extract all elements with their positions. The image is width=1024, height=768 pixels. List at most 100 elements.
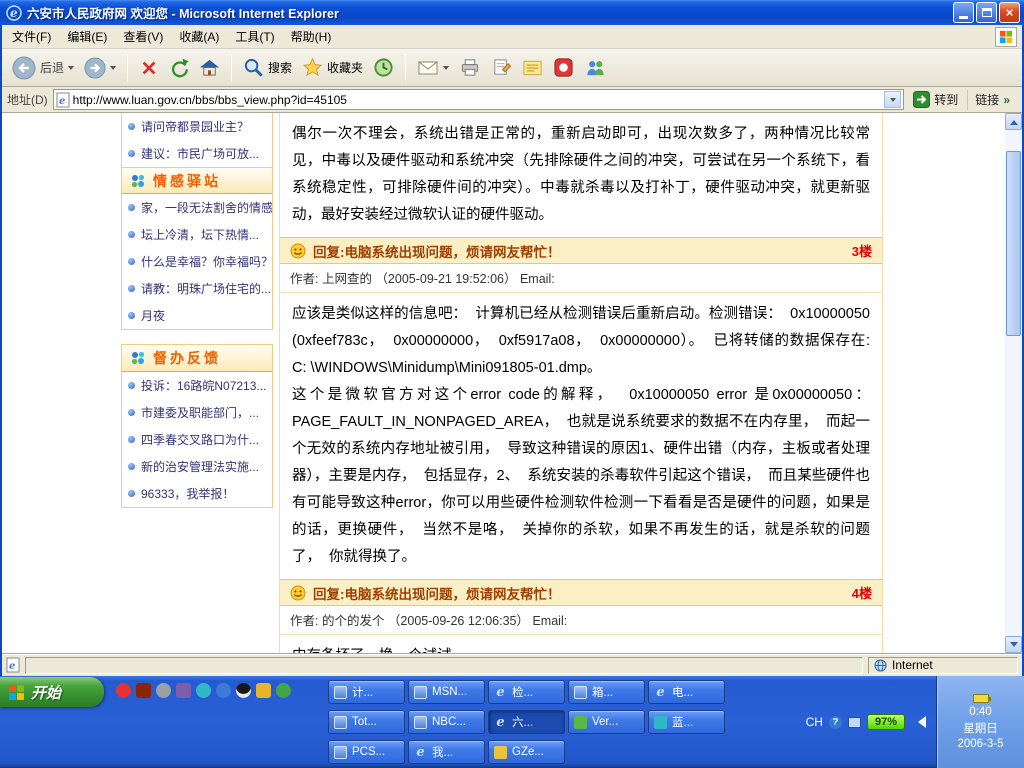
post-body: 应该是类似这样的信息吧： 计算机已经从检测错误后重新启动。检测错误： 0x100… — [280, 293, 882, 579]
search-button[interactable]: 搜索 — [239, 54, 296, 81]
browser-viewport: 请问帝都景园业主？ 建议：市民广场可放... 情感驿站 家，一段无法割舍的情感 — [2, 113, 1022, 653]
quicklaunch-app-icon[interactable] — [136, 683, 151, 698]
battery-percentage-badge[interactable]: 97% — [867, 714, 905, 730]
ie-app-icon: e — [654, 686, 667, 699]
taskbar-button-active[interactable]: e六... — [488, 710, 565, 734]
quicklaunch-app-icon[interactable] — [196, 683, 211, 698]
sidebar-topic-link[interactable]: 家，一段无法割舍的情感 — [122, 194, 272, 221]
battery-icon — [973, 694, 989, 703]
bullet-icon — [128, 150, 135, 157]
globe-icon — [874, 659, 887, 672]
maximize-button[interactable] — [976, 2, 997, 23]
links-label: 链接 — [975, 91, 999, 108]
taskbar-button[interactable]: Tot... — [328, 710, 405, 734]
messenger-button[interactable] — [580, 54, 610, 81]
start-label: 开始 — [31, 682, 61, 703]
close-button[interactable]: × — [999, 2, 1020, 23]
sidebar-topic-link[interactable]: 新的治安管理法实施... — [122, 453, 272, 480]
toolbar-separator — [127, 54, 128, 82]
quicklaunch-ie-icon[interactable] — [216, 683, 231, 698]
task-label: Tot... — [352, 716, 377, 728]
history-button[interactable] — [369, 54, 398, 81]
favorites-label: 收藏夹 — [327, 59, 363, 76]
taskbar-button[interactable]: e电... — [648, 680, 725, 704]
taskbar-button[interactable]: 箱... — [568, 680, 645, 704]
taskbar-button[interactable]: MSN... — [408, 680, 485, 704]
taskbar-button[interactable]: 蓝... — [648, 710, 725, 734]
menu-tools[interactable]: 工具(T) — [227, 25, 282, 48]
links-button[interactable]: 链接 » — [967, 90, 1017, 110]
favorites-button[interactable]: 收藏夹 — [298, 54, 367, 81]
ie-app-icon: e — [494, 686, 507, 699]
scrollbar-thumb[interactable] — [1006, 151, 1021, 336]
task-label: Ver... — [592, 716, 618, 728]
taskbar-button[interactable]: PCS... — [328, 740, 405, 764]
printer-icon — [459, 57, 481, 78]
refresh-button[interactable] — [165, 55, 193, 81]
task-row: Tot... NBC... e六... Ver... 蓝... — [328, 707, 728, 737]
quicklaunch-app-icon[interactable] — [116, 683, 131, 698]
menu-edit[interactable]: 编辑(E) — [59, 25, 115, 48]
help-tray-icon[interactable]: ? — [829, 716, 842, 729]
zone-label: Internet — [892, 658, 933, 672]
sidebar-topic-link[interactable]: 市建委及职能部门，... — [122, 399, 272, 426]
home-button[interactable] — [195, 54, 224, 81]
go-button[interactable]: 转到 — [909, 91, 962, 108]
minimize-button[interactable] — [953, 2, 974, 23]
smiley-icon — [290, 585, 306, 601]
task-label: 检... — [512, 684, 533, 700]
svg-text:e: e — [9, 661, 15, 672]
sidebar-topic-link[interactable]: 什么是幸福？你幸福吗？ — [122, 248, 272, 275]
taskbar-button[interactable]: GZe... — [488, 740, 565, 764]
menu-help[interactable]: 帮助(H) — [283, 25, 340, 48]
start-button[interactable]: 开始 — [0, 677, 104, 707]
menu-view[interactable]: 查看(V) — [115, 25, 171, 48]
taskbar-button[interactable]: NBC... — [408, 710, 485, 734]
back-button[interactable]: 后退 — [8, 53, 78, 83]
topic-title: 家，一段无法割舍的情感 — [141, 199, 272, 216]
sidebar-topic-link[interactable]: 四季春交叉路口为什... — [122, 426, 272, 453]
stop-button[interactable] — [135, 55, 163, 81]
discuss-button[interactable] — [518, 55, 547, 81]
titlebar[interactable]: e 六安市人民政府网 欢迎您 - Microsoft Internet Expl… — [0, 0, 1024, 25]
svg-text:e: e — [59, 96, 65, 107]
quicklaunch-app-icon[interactable] — [256, 683, 271, 698]
sidebar-topic-link[interactable]: 请问帝都景园业主？ — [122, 113, 272, 140]
reply-title: 回复:电脑系统出现问题，烦请网友帮忙！ — [313, 241, 561, 261]
scroll-down-button[interactable] — [1005, 636, 1022, 653]
address-dropdown-button[interactable] — [884, 91, 901, 108]
vertical-scrollbar[interactable] — [1005, 113, 1022, 653]
task-label: 蓝... — [672, 714, 693, 730]
forward-button[interactable] — [80, 54, 120, 82]
qq-button[interactable] — [549, 54, 578, 81]
sidebar-topic-link[interactable]: 月夜 — [122, 302, 272, 329]
mail-button[interactable] — [413, 55, 453, 81]
volume-icon[interactable] — [912, 716, 926, 728]
sidebar-topic-link[interactable]: 请教：明珠广场住宅的... — [122, 275, 272, 302]
edit-button[interactable] — [487, 54, 516, 81]
taskbar-button[interactable]: Ver... — [568, 710, 645, 734]
quicklaunch-app-icon[interactable] — [156, 683, 171, 698]
menu-favorites[interactable]: 收藏(A) — [171, 25, 227, 48]
bullet-icon — [128, 463, 135, 470]
taskbar-button[interactable]: e我... — [408, 740, 485, 764]
task-label: 六... — [512, 714, 533, 730]
app-icon — [334, 686, 347, 699]
taskbar-button[interactable]: e 检... — [488, 680, 565, 704]
print-button[interactable] — [455, 54, 485, 81]
network-tray-icon[interactable] — [848, 717, 861, 728]
quicklaunch-app-icon[interactable] — [276, 683, 291, 698]
scroll-up-button[interactable] — [1005, 113, 1022, 130]
address-input[interactable] — [73, 91, 882, 108]
sidebar-topic-link[interactable]: 坛上冷清，坛下热情... — [122, 221, 272, 248]
tray-clock[interactable]: 0:40 星期日 2006-3-5 — [936, 676, 1024, 768]
task-row: PCS... e我... GZe... — [328, 737, 728, 767]
sidebar-topic-link[interactable]: 投诉：16路皖N07213... — [122, 372, 272, 399]
quicklaunch-app-icon[interactable] — [176, 683, 191, 698]
taskbar-button[interactable]: 计... — [328, 680, 405, 704]
input-method-indicator[interactable]: CH — [806, 715, 823, 729]
sidebar-topic-link[interactable]: 建议：市民广场可放... — [122, 140, 272, 167]
menu-file[interactable]: 文件(F) — [4, 25, 59, 48]
sidebar-topic-link[interactable]: 96333，我举报！ — [122, 480, 272, 507]
quicklaunch-qq-icon[interactable] — [236, 683, 251, 698]
